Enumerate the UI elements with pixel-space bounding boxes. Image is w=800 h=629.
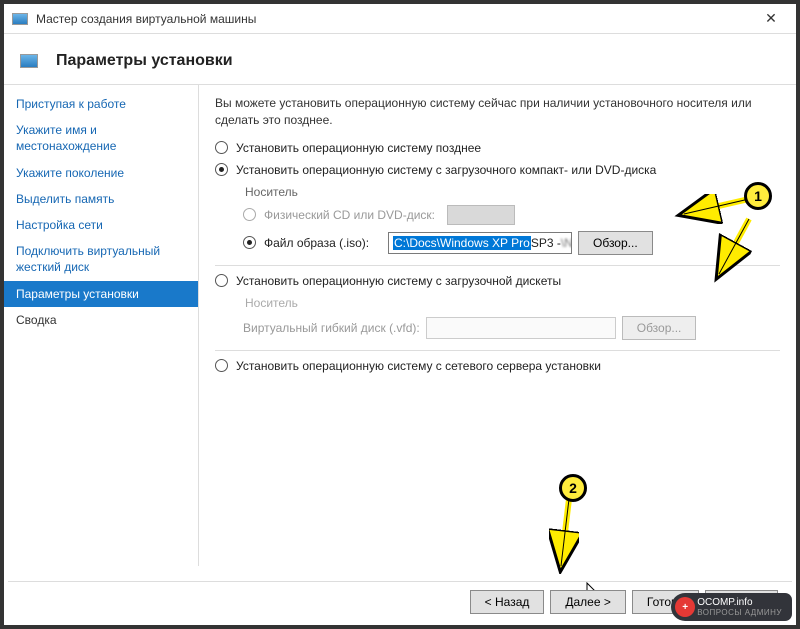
radio-icon (215, 359, 228, 372)
floppy-fieldset: Носитель Виртуальный гибкий диск (.vfd):… (243, 296, 780, 340)
iso-label: Файл образа (.iso): (264, 236, 382, 250)
radio-icon (215, 163, 228, 176)
annotation-arrow (549, 494, 579, 574)
window-title: Мастер создания виртуальной машины (36, 12, 754, 26)
sidebar-item-start[interactable]: Приступая к работе (4, 91, 198, 117)
content-area: Вы можете установить операционную систем… (199, 85, 796, 566)
window-icon (12, 13, 28, 25)
vfd-row: Виртуальный гибкий диск (.vfd): Обзор... (243, 316, 780, 340)
sidebar-item-disk[interactable]: Подключить виртуальный жесткий диск (4, 238, 198, 280)
watermark: + OCOMP.info ВОПРОСЫ АДМИНУ (671, 593, 792, 621)
vfd-label: Виртуальный гибкий диск (.vfd): (243, 321, 420, 335)
section-divider (215, 265, 780, 266)
physical-drive-dropdown (447, 205, 515, 225)
option-label: Установить операционную систему с загруз… (236, 274, 561, 288)
watermark-plus-icon: + (675, 597, 695, 617)
wizard-icon (20, 54, 38, 68)
iso-path-rest: SP3 - (531, 236, 561, 250)
annotation-marker-2: 2 (559, 474, 587, 502)
browse-vfd-button: Обзор... (622, 316, 697, 340)
titlebar: Мастер создания виртуальной машины ✕ (4, 4, 796, 34)
option-install-cddvd[interactable]: Установить операционную систему с загруз… (215, 163, 780, 177)
option-label: Установить операционную систему с сетево… (236, 359, 601, 373)
section-divider (215, 350, 780, 351)
wizard-body: Приступая к работе Укажите имя и местона… (4, 85, 796, 566)
radio-icon (215, 274, 228, 287)
option-install-later[interactable]: Установить операционную систему позднее (215, 141, 780, 155)
sidebar-item-generation[interactable]: Укажите поколение (4, 160, 198, 186)
iso-path-input[interactable]: C:\Docs\Windows XP Pro SP3 - \N (388, 232, 572, 254)
option-install-netboot[interactable]: Установить операционную систему с сетево… (215, 359, 780, 373)
next-button[interactable]: Далее > (550, 590, 626, 614)
sidebar-item-memory[interactable]: Выделить память (4, 186, 198, 212)
sidebar-item-name[interactable]: Укажите имя и местонахождение (4, 117, 198, 159)
iso-path-selected: C:\Docs\Windows XP Pro (393, 236, 531, 250)
fieldset-legend: Носитель (243, 296, 780, 310)
physical-drive-label: Физический CD или DVD-диск: (264, 208, 435, 222)
iso-path-tail: \N (561, 236, 572, 250)
annotation-arrow (709, 214, 759, 284)
option-label: Установить операционную систему с загруз… (236, 163, 656, 177)
watermark-sub: ВОПРОСЫ АДМИНУ (697, 608, 782, 617)
sidebar: Приступая к работе Укажите имя и местона… (4, 85, 199, 566)
option-label: Установить операционную систему позднее (236, 141, 481, 155)
browse-iso-button[interactable]: Обзор... (578, 231, 653, 255)
annotation-marker-1: 1 (744, 182, 772, 210)
iso-row: Файл образа (.iso): C:\Docs\Windows XP P… (243, 231, 780, 255)
vfd-path-input (426, 317, 616, 339)
description-text: Вы можете установить операционную систем… (215, 95, 780, 129)
radio-icon (215, 141, 228, 154)
sidebar-item-install[interactable]: Параметры установки (4, 281, 198, 307)
radio-icon[interactable] (243, 208, 256, 221)
option-install-floppy[interactable]: Установить операционную систему с загруз… (215, 274, 780, 288)
close-button[interactable]: ✕ (754, 8, 788, 30)
radio-icon[interactable] (243, 236, 256, 249)
page-title: Параметры установки (56, 52, 233, 70)
sidebar-item-summary: Сводка (4, 307, 198, 333)
wizard-header: Параметры установки (4, 34, 796, 80)
sidebar-item-network[interactable]: Настройка сети (4, 212, 198, 238)
back-button[interactable]: < Назад (470, 590, 545, 614)
watermark-main: OCOMP.info (697, 597, 782, 608)
